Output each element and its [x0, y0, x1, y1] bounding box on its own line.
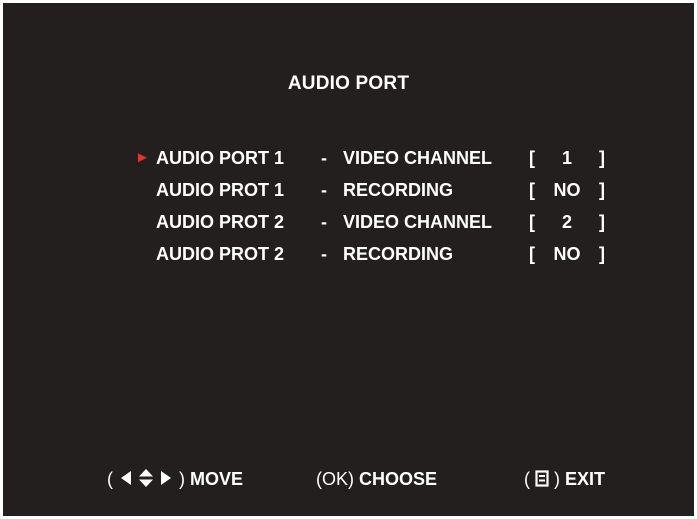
value-field[interactable]: [ NO ]	[529, 177, 605, 203]
separator-dash: -	[321, 180, 327, 200]
separator-dash: -	[321, 148, 327, 168]
menu-row-audio-prot-2-recording[interactable]: AUDIO PROT 2 - RECORDING [ NO ]	[3, 241, 694, 267]
paren-open: (	[524, 469, 530, 489]
footer-label-choose: CHOOSE	[359, 469, 438, 489]
port-label: AUDIO PROT 2	[156, 212, 285, 232]
bracket-close: ]	[599, 244, 605, 264]
function-label: VIDEO CHANNEL	[343, 148, 493, 168]
footer-hint-move: ( ) MOVE	[107, 467, 243, 491]
function-label: RECORDING	[343, 180, 454, 200]
footer-hint-exit: ( ) EXIT	[524, 467, 605, 491]
bracket-close: ]	[599, 180, 605, 200]
separator-dash: -	[321, 244, 327, 264]
ok-key-label: OK	[322, 469, 349, 489]
menu-row-audio-port-1-video-channel[interactable]: ► AUDIO PORT 1 - VIDEO CHANNEL [ 1 ]	[3, 145, 694, 171]
paren-close: )	[348, 469, 355, 489]
paren-close: )	[179, 469, 186, 489]
value-text: NO	[553, 244, 581, 264]
value-text: 2	[561, 212, 572, 232]
port-label: AUDIO PORT 1	[156, 148, 285, 168]
function-label: RECORDING	[343, 244, 454, 264]
value-field[interactable]: [ 1 ]	[529, 145, 605, 171]
bracket-close: ]	[599, 212, 605, 232]
value-text: NO	[553, 180, 581, 200]
menu-row-audio-prot-1-recording[interactable]: AUDIO PROT 1 - RECORDING [ NO ]	[3, 177, 694, 203]
value-field[interactable]: [ NO ]	[529, 241, 605, 267]
bracket-close: ]	[599, 148, 605, 168]
footer-label-move: MOVE	[190, 469, 244, 489]
value-text: 1	[561, 148, 572, 168]
menu-icon	[535, 470, 549, 487]
paren-open: (	[107, 469, 113, 489]
selection-cursor-icon: ►	[135, 149, 150, 166]
page-title: AUDIO PORT	[287, 73, 410, 94]
port-label: AUDIO PROT 1	[156, 180, 285, 200]
footer-hint-choose: (OK) CHOOSE	[316, 467, 437, 491]
paren-close: )	[554, 469, 561, 489]
function-label: VIDEO CHANNEL	[343, 212, 493, 232]
arrow-keys-icon	[121, 469, 172, 488]
value-field[interactable]: [ 2 ]	[529, 209, 605, 235]
osd-screen: AUDIO PORT ► AUDIO PORT 1 - VIDEO CHANNE…	[3, 3, 694, 516]
menu-row-audio-prot-2-video-channel[interactable]: AUDIO PROT 2 - VIDEO CHANNEL [ 2 ]	[3, 209, 694, 235]
port-label: AUDIO PROT 2	[156, 244, 285, 264]
footer-label-exit: EXIT	[565, 469, 606, 489]
separator-dash: -	[321, 212, 327, 232]
